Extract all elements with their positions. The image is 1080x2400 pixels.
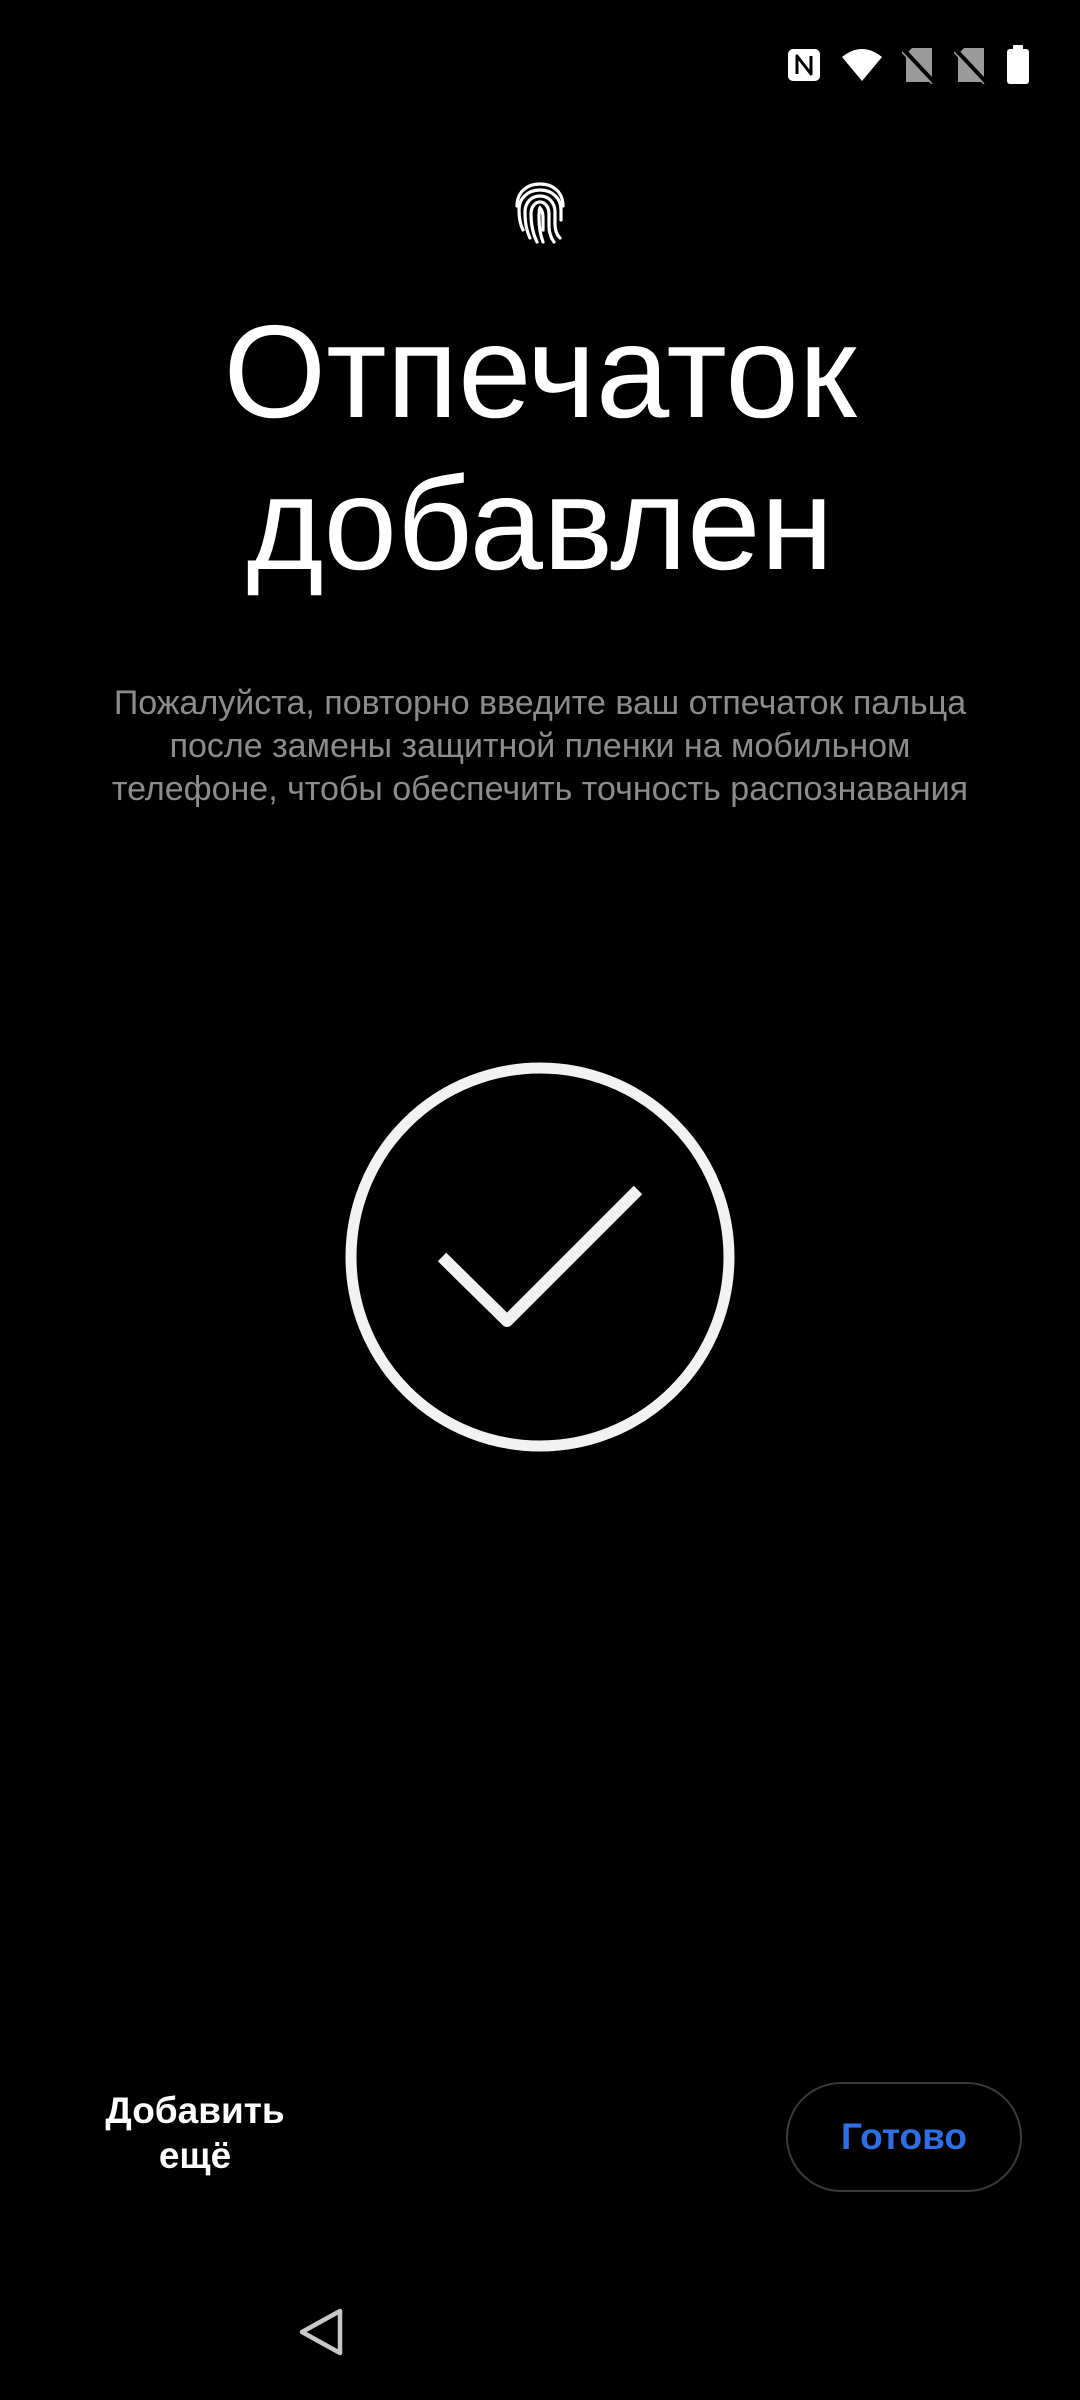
nfc-icon <box>788 49 820 81</box>
info-message: Пожалуйста, повторно введите ваш отпечат… <box>111 684 969 808</box>
page-title: Отпечаток добавлен <box>0 296 1080 600</box>
page-title-line1: Отпечаток <box>223 298 857 445</box>
no-sim-icon <box>902 48 936 84</box>
add-more-label-line2: ещё <box>158 2135 232 2176</box>
check-circle-icon <box>345 1062 735 1452</box>
battery-icon <box>1007 45 1029 84</box>
fingerprint-icon <box>515 182 565 244</box>
wifi-icon <box>842 49 882 81</box>
page-title-line2: добавлен <box>246 450 834 597</box>
no-sim-icon <box>954 48 988 84</box>
status-bar <box>786 40 1030 90</box>
add-more-button[interactable]: Добавить ещё <box>72 2088 318 2178</box>
back-triangle-icon[interactable] <box>296 2306 346 2358</box>
done-button[interactable]: Готово <box>786 2082 1022 2192</box>
add-more-label-line1: Добавить <box>105 2090 285 2131</box>
